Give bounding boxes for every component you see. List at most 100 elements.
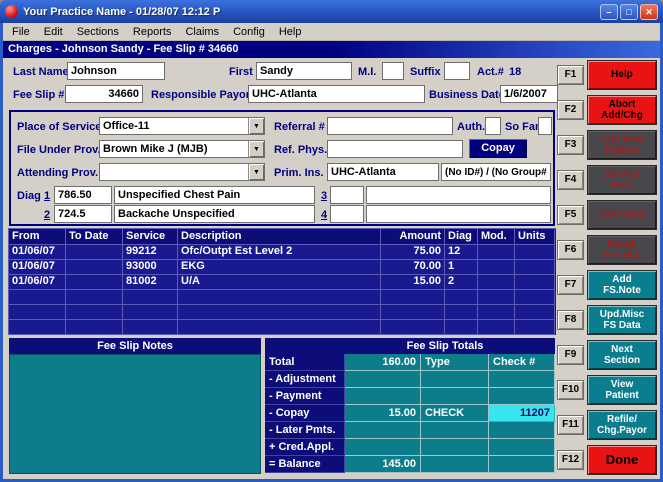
window-controls: – □ ✕ bbox=[600, 3, 658, 20]
col-service: Service bbox=[123, 229, 178, 245]
menu-claims[interactable]: Claims bbox=[178, 25, 226, 39]
diag-4-code-input[interactable] bbox=[330, 205, 364, 223]
f4-key[interactable]: F4 bbox=[557, 170, 584, 190]
cell-amount: 15.00 bbox=[381, 275, 445, 290]
attending-prov-select[interactable]: ▼ bbox=[99, 163, 265, 181]
app-window: Your Practice Name - 01/28/07 12:12 P – … bbox=[0, 0, 663, 482]
cell-service: 81002 bbox=[123, 275, 178, 290]
f12-key[interactable]: F12 bbox=[557, 450, 584, 470]
cell-service: 93000 bbox=[123, 260, 178, 275]
charges-title: Charges - Johnson Sandy - Fee Slip # 346… bbox=[8, 43, 239, 55]
f3-key[interactable]: F3 bbox=[557, 135, 584, 155]
f7-key[interactable]: F7 bbox=[557, 275, 584, 295]
diag-1-code-input[interactable] bbox=[54, 186, 112, 204]
cell-amount: 75.00 bbox=[381, 245, 445, 260]
cell-units bbox=[515, 275, 555, 290]
menu-bar: File Edit Sections Reports Claims Config… bbox=[3, 23, 660, 41]
f9-key[interactable]: F9 bbox=[557, 345, 584, 365]
help-button[interactable]: Help bbox=[587, 60, 657, 90]
referral-label: Referral # bbox=[274, 121, 325, 133]
col-from: From bbox=[9, 229, 66, 245]
cell-description: U/A bbox=[178, 275, 381, 290]
total-label: Total bbox=[265, 354, 345, 371]
function-key-row: F3 Add New Patient bbox=[557, 130, 657, 160]
diag-3-desc-input[interactable] bbox=[366, 186, 551, 204]
referral-input[interactable] bbox=[327, 117, 453, 135]
cred-appl-value bbox=[345, 439, 421, 456]
account-label: Act.# bbox=[477, 66, 504, 78]
fee-slip-notes-title: Fee Slip Notes bbox=[9, 338, 261, 354]
menu-help[interactable]: Help bbox=[272, 25, 309, 39]
cell-units bbox=[515, 260, 555, 275]
cell-to-date bbox=[66, 260, 123, 275]
place-of-service-select[interactable]: Office-11 ▼ bbox=[99, 117, 265, 135]
chevron-down-icon[interactable]: ▼ bbox=[248, 164, 264, 180]
f1-key[interactable]: F1 bbox=[557, 65, 584, 85]
minimize-icon[interactable]: – bbox=[600, 3, 618, 20]
f6-key[interactable]: F6 bbox=[557, 240, 584, 260]
chevron-down-icon[interactable]: ▼ bbox=[248, 141, 264, 157]
function-key-row: F7 Add FS.Note bbox=[557, 270, 657, 300]
suffix-input[interactable] bbox=[444, 62, 470, 80]
function-key-row: F6 Recall Fee Slip bbox=[557, 235, 657, 265]
col-description: Description bbox=[178, 229, 381, 245]
first-name-input[interactable] bbox=[256, 62, 352, 80]
function-key-row: F11 Refile/ Chg.Payor bbox=[557, 410, 657, 440]
menu-sections[interactable]: Sections bbox=[70, 25, 126, 39]
prim-ins-input[interactable] bbox=[327, 163, 439, 181]
cell-mod bbox=[478, 245, 515, 260]
copay-button[interactable]: Copay bbox=[469, 139, 527, 158]
cell-diag: 1 bbox=[445, 260, 478, 275]
function-key-row: F8 Upd.Misc FS Data bbox=[557, 305, 657, 335]
close-icon[interactable]: ✕ bbox=[640, 3, 658, 20]
cell-to-date bbox=[66, 275, 123, 290]
window-title: Your Practice Name - 01/28/07 12:12 P bbox=[23, 5, 221, 18]
view-patient-button[interactable]: View Patient bbox=[587, 375, 657, 405]
fee-slip-input[interactable] bbox=[65, 85, 143, 103]
auth-input[interactable] bbox=[485, 117, 501, 135]
add-fs-note-button[interactable]: Add FS.Note bbox=[587, 270, 657, 300]
last-name-input[interactable] bbox=[67, 62, 165, 80]
menu-config[interactable]: Config bbox=[226, 25, 272, 39]
col-to-date: To Date bbox=[66, 229, 123, 245]
f11-key[interactable]: F11 bbox=[557, 415, 584, 435]
business-date-input[interactable] bbox=[500, 85, 558, 103]
responsible-payor-input[interactable] bbox=[248, 85, 425, 103]
menu-reports[interactable]: Reports bbox=[126, 25, 179, 39]
chevron-down-icon[interactable]: ▼ bbox=[248, 118, 264, 134]
f10-key[interactable]: F10 bbox=[557, 380, 584, 400]
type-header: Type bbox=[421, 354, 489, 371]
copay-check-number[interactable]: 11207 bbox=[489, 405, 555, 422]
responsible-payor-label: Responsible Payor bbox=[151, 89, 251, 101]
f8-key[interactable]: F8 bbox=[557, 310, 584, 330]
f5-key[interactable]: F5 bbox=[557, 205, 584, 225]
diag-4-desc-input[interactable] bbox=[366, 205, 551, 223]
abort-add-chg-button[interactable]: Abort Add/Chg bbox=[587, 95, 657, 125]
function-key-row: F4 Service Note bbox=[557, 165, 657, 195]
so-far-label: So Far bbox=[505, 121, 540, 133]
fee-slip-totals-grid: Total 160.00 Type Check # - Adjustment -… bbox=[265, 354, 555, 473]
diag-1-label: 1 bbox=[44, 190, 51, 202]
ref-phys-input[interactable] bbox=[327, 140, 463, 158]
cell-description: Ofc/Outpt Est Level 2 bbox=[178, 245, 381, 260]
diag-2-code-input[interactable] bbox=[54, 205, 112, 223]
file-under-prov-select[interactable]: Brown Mike J (MJB) ▼ bbox=[99, 140, 265, 158]
later-pmts-value bbox=[345, 422, 421, 439]
diag-1-desc-input[interactable] bbox=[114, 186, 315, 204]
file-under-prov-label: File Under Prov. bbox=[17, 144, 101, 156]
f2-key[interactable]: F2 bbox=[557, 100, 584, 120]
fee-slip-notes-area[interactable] bbox=[9, 354, 261, 474]
diag-2-desc-input[interactable] bbox=[114, 205, 315, 223]
next-section-button[interactable]: Next Section bbox=[587, 340, 657, 370]
col-mod: Mod. bbox=[478, 229, 515, 245]
cell-units bbox=[515, 245, 555, 260]
refile-chg-payor-button[interactable]: Refile/ Chg.Payor bbox=[587, 410, 657, 440]
so-far-input[interactable] bbox=[538, 117, 552, 135]
mi-input[interactable] bbox=[382, 62, 404, 80]
upd-misc-fs-data-button[interactable]: Upd.Misc FS Data bbox=[587, 305, 657, 335]
menu-file[interactable]: File bbox=[5, 25, 37, 39]
maximize-icon[interactable]: □ bbox=[620, 3, 638, 20]
diag-3-code-input[interactable] bbox=[330, 186, 364, 204]
menu-edit[interactable]: Edit bbox=[37, 25, 70, 39]
done-button[interactable]: Done bbox=[587, 445, 657, 475]
